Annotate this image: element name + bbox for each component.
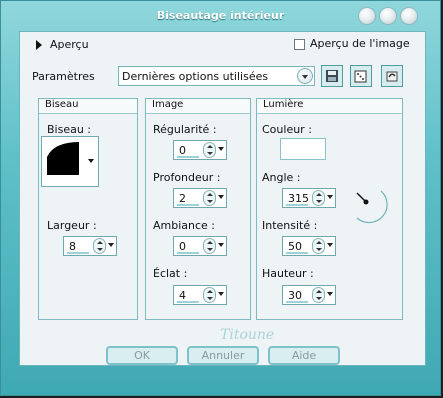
dialog-client-area: Aperçu Aperçu de l'image Paramètres Dern… — [19, 31, 426, 366]
chevron-down-icon[interactable] — [218, 243, 224, 247]
chevron-down-icon[interactable] — [218, 292, 224, 296]
save-icon — [326, 70, 338, 82]
spinner-arrows-icon[interactable] — [312, 238, 325, 254]
bevel-shape-swatch — [47, 142, 79, 175]
chevron-down-icon[interactable] — [218, 147, 224, 151]
spinner-arrows-icon[interactable] — [203, 238, 216, 254]
spinner-arrows-icon[interactable] — [203, 287, 216, 303]
dice-icon — [354, 70, 367, 83]
preview-image-checkbox[interactable] — [294, 39, 305, 50]
bevel-shape-selector[interactable] — [41, 136, 99, 187]
ambience-label: Ambiance : — [153, 219, 216, 232]
bevel-label: Biseau : — [47, 123, 92, 136]
chevron-down-icon[interactable] — [327, 292, 333, 296]
random-button[interactable] — [350, 65, 372, 87]
color-label: Couleur : — [262, 123, 312, 136]
chevron-down-icon[interactable] — [327, 243, 333, 247]
chevron-down-icon[interactable] — [327, 195, 333, 199]
spinner-arrows-icon[interactable] — [203, 142, 216, 158]
ambience-spinner[interactable]: 0 — [173, 236, 227, 256]
maximize-button[interactable] — [379, 7, 397, 25]
smoothness-spinner[interactable]: 0 — [173, 140, 227, 160]
image-group-title: Image — [152, 99, 184, 110]
chevron-down-icon[interactable] — [297, 68, 313, 84]
preview-image-label[interactable]: Aperçu de l'image — [310, 37, 410, 50]
angle-spinner[interactable]: 315 — [282, 188, 336, 208]
light-color-swatch[interactable] — [280, 138, 326, 160]
light-group: Lumière Couleur : Angle : 315 Intensité … — [256, 98, 403, 320]
chevron-down-icon[interactable] — [88, 159, 94, 163]
cancel-button[interactable]: Annuler — [187, 346, 259, 365]
watermark-signature: Titoune — [220, 327, 275, 343]
reset-icon — [386, 71, 398, 82]
angle-dial[interactable] — [343, 179, 389, 225]
dialog-window: Biseautage intérieur Aperçu Aperçu de l'… — [0, 0, 441, 396]
spinner-arrows-icon[interactable] — [203, 190, 216, 206]
depth-spinner[interactable]: 2 — [173, 188, 227, 208]
chevron-down-icon[interactable] — [108, 243, 114, 247]
close-button[interactable] — [400, 7, 418, 25]
elevation-label: Hauteur : — [262, 267, 314, 280]
presets-dropdown[interactable]: Dernières options utilisées — [118, 66, 315, 86]
spinner-arrows-icon[interactable] — [312, 190, 325, 206]
minimize-button[interactable] — [358, 7, 376, 25]
angle-label: Angle : — [262, 171, 301, 184]
bevel-group-title: Biseau — [45, 99, 79, 110]
depth-label: Profondeur : — [153, 171, 221, 184]
intensity-label: Intensité : — [262, 219, 318, 232]
image-group: Image Régularité : 0 Profondeur : 2 Ambi… — [145, 98, 251, 320]
presets-value: Dernières options utilisées — [122, 70, 269, 83]
shine-spinner[interactable]: 4 — [173, 285, 227, 305]
intensity-spinner[interactable]: 50 — [282, 236, 336, 256]
width-spinner[interactable]: 8 — [63, 236, 117, 256]
parameters-label: Paramètres — [32, 70, 95, 83]
smoothness-label: Régularité : — [153, 123, 217, 136]
expand-preview-icon[interactable] — [36, 40, 42, 50]
title-bar[interactable]: Biseautage intérieur — [1, 1, 440, 31]
save-preset-button[interactable] — [321, 65, 343, 87]
shine-label: Éclat : — [153, 267, 188, 280]
ok-button[interactable]: OK — [106, 346, 178, 365]
elevation-spinner[interactable]: 30 — [282, 285, 336, 305]
bevel-group: Biseau Biseau : Largeur : 8 — [38, 98, 138, 320]
reset-button[interactable] — [381, 65, 403, 87]
spinner-arrows-icon[interactable] — [93, 238, 106, 254]
chevron-down-icon[interactable] — [218, 195, 224, 199]
preview-label[interactable]: Aperçu — [50, 38, 89, 51]
light-group-title: Lumière — [263, 99, 304, 110]
help-button[interactable]: Aide — [268, 346, 340, 365]
spinner-arrows-icon[interactable] — [312, 287, 325, 303]
width-label: Largeur : — [47, 219, 97, 232]
